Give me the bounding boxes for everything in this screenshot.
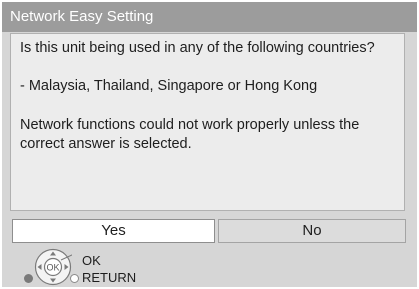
- warning-text: Network functions could not work properl…: [20, 117, 360, 152]
- dpad-icon: OK: [34, 248, 72, 286]
- message-box: Is this unit being used in any of the fo…: [10, 33, 405, 211]
- title-bar: Network Easy Setting: [2, 2, 417, 32]
- country-question: Is this unit being used in any of the fo…: [20, 40, 375, 56]
- yes-button[interactable]: Yes: [12, 219, 215, 243]
- no-button[interactable]: No: [218, 219, 406, 243]
- country-list: - Malaysia, Thailand, Singapore or Hong …: [20, 78, 318, 94]
- dialog-title: Network Easy Setting: [10, 8, 154, 25]
- return-hint: RETURN: [82, 270, 137, 285]
- ok-hint: OK: [82, 253, 101, 268]
- return-dot-icon: [70, 274, 79, 283]
- dark-dot-icon: [24, 274, 33, 283]
- svg-text:OK: OK: [46, 263, 59, 273]
